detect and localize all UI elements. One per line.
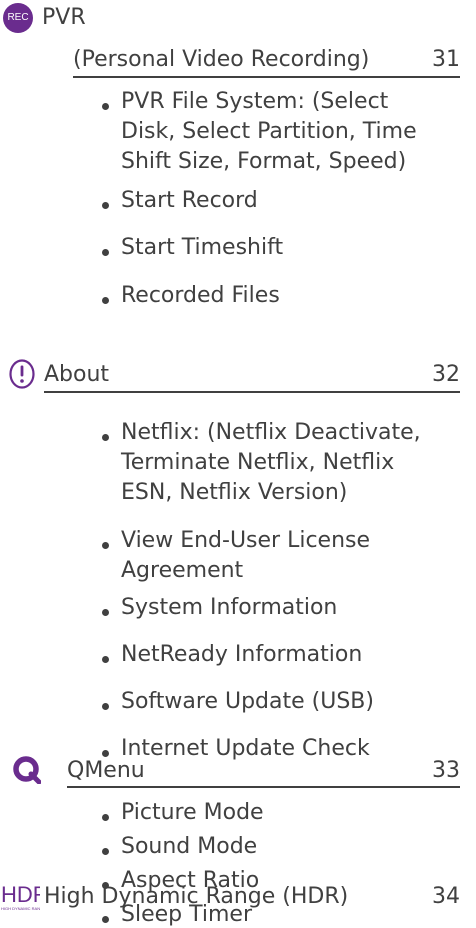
bullet-dot bbox=[102, 656, 109, 663]
list-item-line: Agreement bbox=[121, 558, 244, 583]
about-section-title: About bbox=[44, 362, 110, 387]
bullet-dot bbox=[102, 103, 109, 110]
qmenu-underline bbox=[67, 786, 460, 788]
list-item-line: Sound Mode bbox=[121, 834, 258, 859]
list-item-line: Shift Size, Format, Speed) bbox=[121, 149, 407, 174]
bullet-dot bbox=[102, 609, 109, 616]
list-item-line: Software Update (USB) bbox=[121, 689, 374, 714]
table-of-contents-page: REC PVR (Personal Video Recording) 31 PV… bbox=[0, 0, 476, 927]
bullet-dot bbox=[102, 848, 109, 855]
rec-badge-icon: REC bbox=[3, 3, 33, 33]
hdr-logo-text: HDR bbox=[1, 882, 40, 907]
list-item-line: View End-User License bbox=[121, 528, 371, 553]
list-item-line: NetReady Information bbox=[121, 642, 363, 667]
hdr-logo-subtext: HIGH DYNAMIC RANGE bbox=[1, 906, 40, 911]
list-item-line: Start Record bbox=[121, 188, 258, 213]
bullet-dot bbox=[102, 434, 109, 441]
bullet-dot bbox=[102, 814, 109, 821]
hdr-page-number: 34 bbox=[432, 884, 460, 909]
bullet-dot bbox=[102, 916, 109, 923]
hdr-logo-icon: HDRHIGH DYNAMIC RANGE bbox=[1, 882, 40, 911]
qmenu-section-title: QMenu bbox=[67, 758, 145, 783]
list-item-line: Recorded Files bbox=[121, 283, 280, 308]
pvr-section-subtitle: (Personal Video Recording) bbox=[73, 47, 370, 72]
bullet-dot bbox=[102, 542, 109, 549]
about-page-number: 32 bbox=[432, 362, 460, 387]
list-item-line: PVR File System: (Select bbox=[121, 89, 389, 114]
pvr-underline bbox=[73, 76, 460, 78]
pvr-page-number: 31 bbox=[432, 47, 460, 72]
list-item-line: Picture Mode bbox=[121, 800, 264, 825]
bullet-dot bbox=[102, 202, 109, 209]
qmenu-page-number: 33 bbox=[432, 758, 460, 783]
list-item-line: Terminate Netflix, Netflix bbox=[121, 450, 395, 475]
bullet-dot bbox=[102, 249, 109, 256]
list-item-line: Internet Update Check bbox=[121, 736, 370, 761]
list-item-line: Disk, Select Partition, Time bbox=[121, 119, 417, 144]
bullet-dot bbox=[102, 750, 109, 757]
q-icon bbox=[13, 756, 41, 784]
about-underline bbox=[44, 391, 460, 393]
rec-badge-label: REC bbox=[7, 12, 29, 23]
list-item-line: Start Timeshift bbox=[121, 235, 284, 260]
bullet-dot bbox=[102, 297, 109, 304]
hdr-section-title: High Dynamic Range (HDR) bbox=[44, 884, 349, 909]
pvr-section-title: PVR bbox=[42, 5, 86, 30]
exclamation-icon bbox=[9, 359, 35, 389]
bullet-dot bbox=[102, 703, 109, 710]
list-item-line: Netflix: (Netflix Deactivate, bbox=[121, 420, 421, 445]
list-item-line: ESN, Netflix Version) bbox=[121, 480, 348, 505]
list-item-line: System Information bbox=[121, 595, 338, 620]
